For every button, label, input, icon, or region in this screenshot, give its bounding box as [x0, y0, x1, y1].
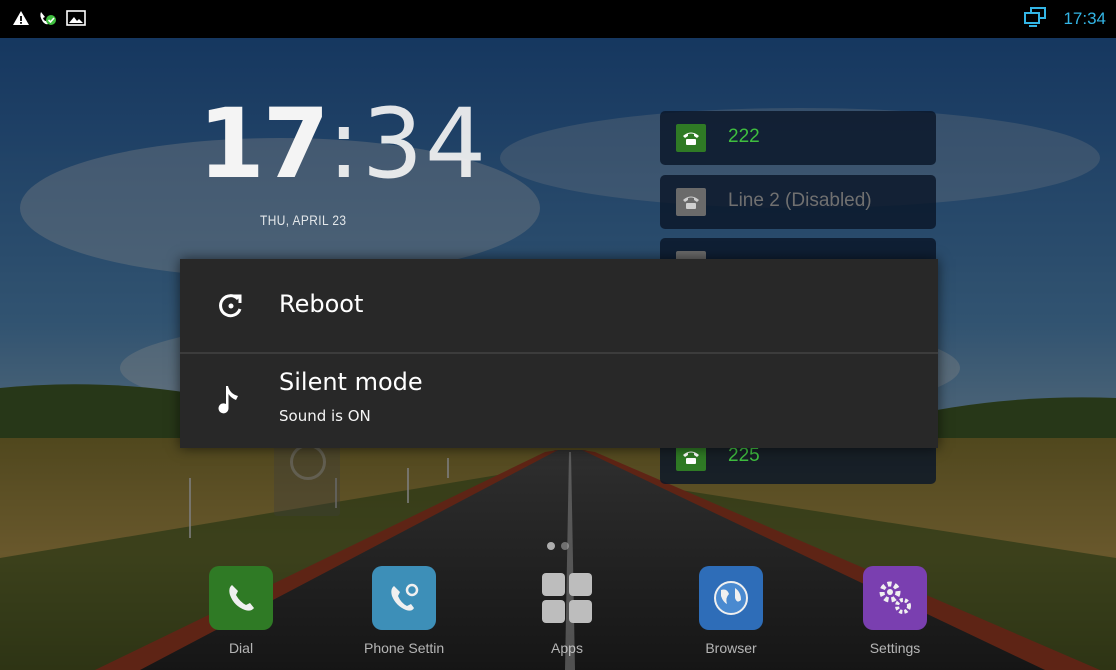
- page-indicator: [547, 542, 569, 550]
- dock-browser[interactable]: Browser: [691, 566, 771, 656]
- dock-label-phone-settings: Phone Settinc: [364, 640, 444, 656]
- dock-label-browser: Browser: [705, 640, 757, 656]
- apps-grid-icon: [535, 566, 599, 630]
- silent-mode-option[interactable]: Silent mode Sound is ON: [180, 354, 938, 448]
- account-widget-2[interactable]: Line 2 (Disabled): [660, 175, 936, 229]
- account-label-2: Line 2 (Disabled): [728, 190, 872, 211]
- silent-mode-status: Sound is ON: [279, 407, 371, 425]
- network-icon: [1023, 6, 1049, 32]
- page-dot-active: [547, 542, 555, 550]
- call-forward-icon: [38, 9, 58, 31]
- dock-phone-settings[interactable]: Phone Settinc: [364, 566, 444, 656]
- page-dot: [561, 542, 569, 550]
- phone-settings-icon: [372, 566, 436, 630]
- picture-icon: [66, 9, 86, 31]
- dock-label-dial: Dial: [228, 640, 254, 656]
- status-bar: 17:34: [0, 0, 1116, 38]
- clock-hours: 17: [198, 88, 330, 200]
- reboot-label: Reboot: [279, 290, 364, 318]
- dock-label-apps: Apps: [551, 640, 583, 656]
- gear-icon: [863, 566, 927, 630]
- account-label-1: 222: [728, 126, 760, 147]
- phone-icon: [209, 566, 273, 630]
- clock-date: THU, APRIL 23: [260, 212, 347, 228]
- globe-icon: [699, 566, 763, 630]
- reboot-icon: [216, 291, 248, 323]
- phone-icon: [676, 124, 706, 152]
- dock-settings[interactable]: Settings: [855, 566, 935, 656]
- account-label-4: 225: [728, 445, 760, 466]
- warning-icon: [12, 9, 30, 31]
- silent-mode-label: Silent mode: [279, 368, 423, 396]
- dock-dial[interactable]: Dial: [201, 566, 281, 656]
- clock-minutes: :34: [327, 88, 489, 200]
- dock-apps[interactable]: Apps: [527, 566, 607, 656]
- phone-icon: [676, 188, 706, 216]
- power-options-dialog: Reboot Silent mode Sound is ON: [180, 259, 938, 448]
- reboot-option[interactable]: Reboot: [180, 259, 938, 352]
- dock-label-settings: Settings: [869, 640, 921, 656]
- music-note-icon: [216, 382, 248, 414]
- status-time: 17:34: [1063, 9, 1106, 28]
- account-widget-1[interactable]: 222: [660, 111, 936, 165]
- clock-widget[interactable]: 17:34: [198, 88, 488, 200]
